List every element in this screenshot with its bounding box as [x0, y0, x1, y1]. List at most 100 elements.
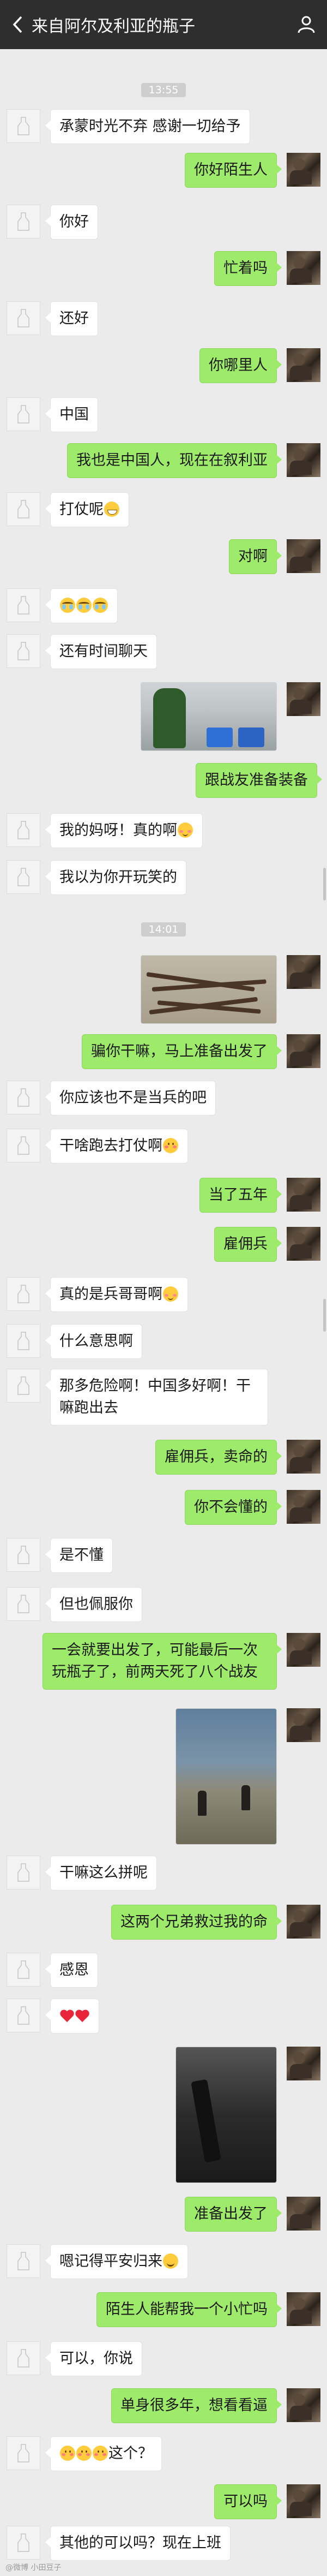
avatar[interactable] [287, 1633, 320, 1667]
message-bubble[interactable]: 什么意思啊 [45, 1324, 142, 1359]
message-bubble[interactable]: 我以为你开玩笑的 [45, 860, 186, 895]
avatar-bottle-icon[interactable] [7, 1129, 40, 1162]
message-row: 骗你干嘛，马上准备出发了 [0, 1034, 327, 1069]
chevron-left-icon[interactable] [7, 14, 28, 35]
avatar[interactable] [287, 2197, 320, 2231]
avatar-bottle-icon[interactable] [7, 1081, 40, 1114]
message-bubble[interactable]: 可以，你说 [45, 2341, 142, 2376]
photo-rifle[interactable] [175, 2047, 277, 2183]
avatar-bottle-icon[interactable] [7, 1324, 40, 1358]
message-bubble[interactable]: 这个？ [45, 2436, 162, 2471]
message-bubble[interactable] [45, 1999, 99, 2034]
avatar-bottle-icon[interactable] [7, 1953, 40, 1987]
avatar-bottle-icon[interactable] [7, 2436, 40, 2470]
photo-soldiers[interactable] [175, 1708, 277, 1845]
message-bubble[interactable]: 雇佣兵 [214, 1227, 282, 1262]
message-bubble[interactable]: 你哪里人 [199, 348, 282, 383]
message-bubble[interactable]: 承蒙时光不弃 感谢一切给予 [45, 109, 250, 144]
message-row: 我也是中国人，现在在叙利亚 [0, 443, 327, 478]
avatar[interactable] [287, 955, 320, 989]
avatar[interactable] [287, 1227, 320, 1261]
avatar-bottle-icon[interactable] [7, 2244, 40, 2278]
message-bubble[interactable]: 还好 [45, 301, 98, 336]
message-bubble[interactable]: 其他的可以吗？现在上班 [45, 2526, 231, 2561]
message-bubble[interactable]: 你应该也不是当兵的吧 [45, 1081, 216, 1116]
message-bubble[interactable]: 可以吗 [214, 2484, 282, 2519]
avatar[interactable] [287, 2484, 320, 2518]
avatar[interactable] [287, 153, 320, 187]
message-bubble[interactable]: 雇佣兵，卖命的 [155, 1440, 282, 1475]
avatar[interactable] [287, 1490, 320, 1524]
avatar-bottle-icon[interactable] [7, 301, 40, 335]
message-bubble[interactable]: 这两个兄弟救过我的命 [111, 1905, 282, 1940]
message-bubble[interactable]: 是不懂 [45, 1538, 113, 1573]
message-bubble[interactable]: 你好 [45, 205, 98, 240]
avatar[interactable] [287, 1034, 320, 1068]
message-row: 我的妈呀！真的啊 [0, 813, 327, 848]
message-row: 这两个兄弟救过我的命 [0, 1905, 327, 1940]
message-bubble[interactable]: 忙着吗 [214, 251, 282, 286]
message-row: 什么意思啊 [0, 1324, 327, 1359]
message-bubble[interactable]: 但也佩服你 [45, 1587, 142, 1622]
message-row [0, 2047, 327, 2183]
avatar-bottle-icon[interactable] [7, 2341, 40, 2375]
avatar-bottle-icon[interactable] [7, 109, 40, 143]
avatar-bottle-icon[interactable] [7, 2526, 40, 2560]
message-bubble[interactable]: 陌生人能帮我一个小忙吗 [96, 2292, 282, 2327]
message-bubble[interactable]: 真的是兵哥哥啊 [45, 1277, 188, 1312]
avatar[interactable] [287, 443, 320, 477]
message-bubble[interactable]: 嗯记得平安归来 [45, 2244, 188, 2279]
avatar-bottle-icon[interactable] [7, 860, 40, 894]
person-icon[interactable] [290, 14, 323, 35]
message-bubble[interactable]: 对啊 [229, 539, 282, 574]
avatar-bottle-icon[interactable] [7, 634, 40, 668]
message-bubble[interactable]: 打仗呢 [45, 492, 129, 527]
photo-weapons[interactable] [141, 955, 277, 1024]
message-row: 还好 [0, 301, 327, 336]
avatar[interactable] [287, 348, 320, 382]
avatar-bottle-icon[interactable] [7, 1538, 40, 1572]
avatar-bottle-icon[interactable] [7, 1856, 40, 1889]
avatar[interactable] [287, 251, 320, 285]
avatar[interactable] [287, 1708, 320, 1742]
message-bubble[interactable]: 你不会懂的 [185, 1490, 282, 1525]
avatar[interactable] [287, 1905, 320, 1939]
avatar-bottle-icon[interactable] [7, 205, 40, 238]
avatar-bottle-icon[interactable] [7, 1369, 40, 1403]
avatar[interactable] [287, 2388, 320, 2422]
avatar[interactable] [287, 2292, 320, 2326]
message-bubble[interactable]: 单身很多年，想看看逼 [111, 2388, 282, 2423]
avatar[interactable] [287, 682, 320, 716]
avatar[interactable] [287, 2047, 320, 2080]
message-bubble[interactable]: 当了五年 [199, 1178, 282, 1213]
avatar[interactable] [287, 539, 320, 573]
avatar-bottle-icon[interactable] [7, 813, 40, 847]
message-bubble[interactable] [45, 588, 118, 623]
scrollbar[interactable] [323, 1299, 326, 1332]
message-bubble[interactable]: 一会就要出发了，可能最后一次玩瓶子了，前两天死了八个战友 [43, 1633, 282, 1690]
avatar-bottle-icon[interactable] [7, 397, 40, 431]
avatar-bottle-icon[interactable] [7, 1277, 40, 1311]
avatar[interactable] [287, 1440, 320, 1474]
avatar-bottle-icon[interactable] [7, 492, 40, 526]
scrollbar[interactable] [323, 868, 326, 901]
message-bubble[interactable]: 你好陌生人 [185, 153, 282, 188]
message-bubble[interactable]: 跟战友准备装备 [196, 763, 322, 798]
avatar-bottle-icon[interactable] [7, 1999, 40, 2032]
message-bubble[interactable]: 干嘛这么拼呢 [45, 1856, 157, 1891]
message-bubble[interactable]: 我也是中国人，现在在叙利亚 [67, 443, 282, 478]
message-bubble[interactable]: 中国 [45, 397, 98, 432]
message-row: 是不懂 [0, 1538, 327, 1573]
message-bubble[interactable]: 干啥跑去打仗啊 [45, 1129, 188, 1164]
avatar-bottle-icon[interactable] [7, 1587, 40, 1621]
message-bubble[interactable]: 那多危险啊！中国多好啊！干嘛跑出去 [45, 1369, 268, 1426]
message-bubble[interactable]: 准备出发了 [185, 2197, 282, 2232]
message-bubble[interactable]: 我的妈呀！真的啊 [45, 813, 203, 848]
message-bubble[interactable]: 还有时间聊天 [45, 634, 157, 669]
photo-equipment[interactable] [141, 682, 277, 751]
avatar[interactable] [287, 1178, 320, 1212]
message-bubble[interactable]: 骗你干嘛，马上准备出发了 [82, 1034, 282, 1069]
avatar-bottle-icon[interactable] [7, 588, 40, 622]
message-row: 忙着吗 [0, 251, 327, 286]
message-bubble[interactable]: 感恩 [45, 1953, 98, 1988]
